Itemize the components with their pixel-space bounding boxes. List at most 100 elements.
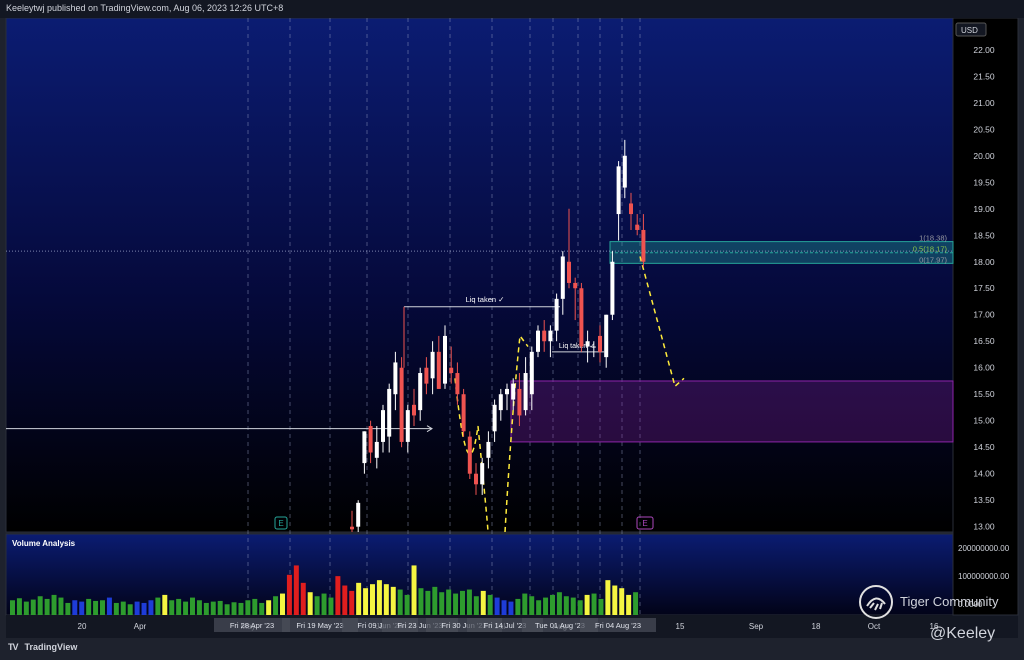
volume-bar bbox=[446, 589, 452, 615]
volume-bar bbox=[370, 584, 375, 615]
volume-bar bbox=[633, 592, 639, 615]
date-badge-label: Fri 19 May '23 bbox=[296, 621, 343, 630]
volume-bar bbox=[328, 597, 334, 615]
candle-body bbox=[598, 335, 602, 352]
volume-bar bbox=[598, 598, 604, 615]
volume-bar bbox=[217, 600, 223, 615]
candle-body bbox=[629, 203, 633, 215]
price-tick-label: 14.00 bbox=[973, 469, 995, 479]
price-tick-label: 19.00 bbox=[973, 204, 995, 214]
volume-bar bbox=[529, 596, 535, 615]
volume-bar bbox=[439, 592, 445, 615]
tradingview-brand[interactable]: TV TradingView bbox=[8, 642, 77, 652]
volume-bar bbox=[418, 588, 424, 615]
candle-body bbox=[350, 526, 354, 530]
volume-bar bbox=[584, 594, 590, 615]
candle-body bbox=[554, 298, 559, 331]
volume-bar bbox=[162, 594, 168, 615]
volume-bar bbox=[473, 596, 479, 615]
volume-bar bbox=[536, 600, 542, 615]
candle-body bbox=[560, 256, 565, 299]
volume-bar bbox=[44, 598, 50, 615]
volume-bar bbox=[210, 601, 216, 615]
volume-bar bbox=[16, 598, 22, 615]
price-tick-label: 20.50 bbox=[973, 124, 995, 134]
volume-bar bbox=[453, 593, 459, 615]
volume-bar bbox=[397, 589, 403, 615]
volume-bar bbox=[515, 598, 521, 615]
volume-axis-label: 200000000.00 bbox=[958, 544, 1010, 553]
candle-body bbox=[374, 441, 379, 458]
volume-bar bbox=[196, 600, 202, 615]
price-tick-label: 14.50 bbox=[973, 442, 995, 452]
volume-bar bbox=[522, 593, 528, 615]
candle-body bbox=[505, 388, 509, 395]
time-axis-label: 18 bbox=[812, 622, 821, 631]
volume-bar bbox=[460, 590, 465, 615]
candle-body bbox=[381, 410, 385, 442]
price-tick-label: 17.00 bbox=[973, 310, 995, 320]
volume-bar bbox=[404, 594, 410, 615]
price-tick-label: 13.50 bbox=[973, 495, 995, 505]
volume-bar bbox=[86, 598, 92, 615]
candle-body bbox=[418, 373, 423, 411]
volume-bar bbox=[543, 597, 549, 615]
volume-bar bbox=[501, 600, 507, 615]
volume-bar bbox=[155, 597, 161, 615]
candle-body bbox=[492, 404, 497, 432]
candle-body bbox=[579, 288, 584, 347]
volume-bar bbox=[183, 601, 189, 615]
candle-body bbox=[517, 388, 522, 416]
volume-bar bbox=[58, 597, 64, 615]
volume-bar bbox=[307, 592, 313, 615]
price-tick-label: 18.50 bbox=[973, 230, 995, 240]
volume-bar bbox=[591, 593, 597, 615]
volume-bar bbox=[65, 602, 71, 615]
candle-body bbox=[498, 394, 503, 411]
volume-bar bbox=[508, 601, 514, 615]
volume-bar bbox=[72, 600, 78, 615]
volume-bar bbox=[113, 602, 119, 615]
candle-body bbox=[610, 261, 615, 315]
volume-bar bbox=[321, 593, 327, 615]
candle-body bbox=[467, 436, 472, 474]
volume-bar bbox=[106, 597, 112, 615]
fib-label-0: 0(17.97) bbox=[919, 255, 947, 264]
volume-bar bbox=[383, 584, 389, 615]
volume-bar bbox=[148, 600, 154, 615]
date-badge-label: Fri 14 Jul '23 bbox=[484, 621, 527, 630]
author-watermark: @Keeley bbox=[930, 625, 996, 642]
volume-bar bbox=[93, 600, 99, 615]
volume-axis-label: 100000000.00 bbox=[958, 572, 1010, 581]
volume-bar bbox=[626, 594, 632, 615]
volume-bar bbox=[30, 599, 36, 615]
volume-bar bbox=[300, 582, 306, 615]
publish-header: Keeleytwj published on TradingView.com, … bbox=[0, 0, 1024, 18]
volume-bar bbox=[314, 596, 320, 615]
volume-bar bbox=[134, 601, 140, 615]
volume-bar bbox=[432, 586, 438, 615]
community-label: Tiger Community bbox=[900, 594, 999, 609]
candle-body bbox=[542, 330, 547, 342]
volume-bar bbox=[494, 597, 500, 615]
volume-bar bbox=[466, 589, 472, 615]
currency-label: USD bbox=[961, 26, 978, 35]
price-tick-label: 16.50 bbox=[973, 336, 995, 346]
volume-bar bbox=[259, 602, 265, 615]
volume-bar bbox=[612, 585, 618, 615]
candle-body bbox=[449, 367, 454, 374]
candle bbox=[579, 282, 584, 352]
price-chart[interactable]: 1(18.38) 0.5(18.17)0(17.97) Liq taken ✓ Liq… bbox=[0, 18, 1024, 658]
earnings-marker-label-1: E bbox=[278, 519, 283, 528]
candle bbox=[399, 357, 404, 448]
fib-label-05: 0.5(18.17) bbox=[913, 245, 948, 254]
volume-bar bbox=[238, 602, 244, 615]
candle-body bbox=[604, 314, 609, 358]
volume-bar bbox=[356, 582, 362, 615]
candle-body bbox=[474, 473, 478, 485]
price-tick-label: 13.00 bbox=[973, 522, 995, 532]
price-tick-label: 21.50 bbox=[973, 71, 995, 81]
candle-body bbox=[573, 282, 578, 289]
volume-bar bbox=[480, 590, 486, 615]
tradingview-chart-frame: Keeleytwj published on TradingView.com, … bbox=[0, 0, 1024, 660]
